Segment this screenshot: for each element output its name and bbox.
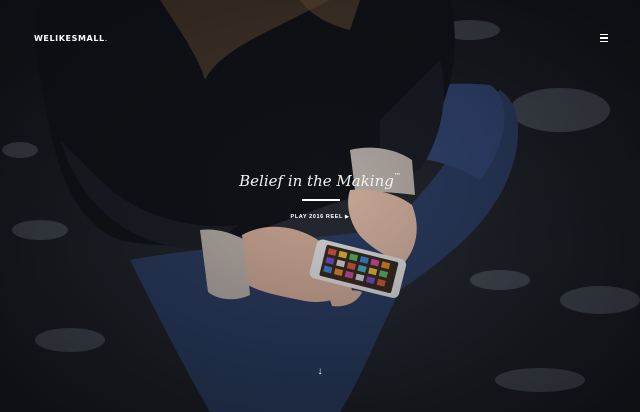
trademark-symbol: ™ <box>393 172 401 180</box>
arrow-down-icon: ↓ <box>317 366 323 377</box>
logo-dot: . <box>104 34 108 43</box>
play-reel-label: PLAY 2016 REEL <box>290 214 343 220</box>
hero-section <box>0 0 640 412</box>
hamburger-menu-icon <box>600 33 608 36</box>
hamburger-menu-icon-line <box>600 37 608 39</box>
tagline-divider <box>302 199 340 201</box>
site-logo[interactable]: WELIKESMALL. <box>34 34 108 43</box>
hamburger-menu-icon-line <box>600 40 608 43</box>
dark-overlay <box>0 0 640 412</box>
logo-text: WELIKESMALL <box>34 34 105 43</box>
play-triangle-icon: ▶ <box>344 214 350 220</box>
menu-button[interactable] <box>598 32 610 44</box>
tagline-text: Belief in the Making <box>239 172 394 190</box>
scroll-down-button[interactable]: ↓ <box>314 366 326 378</box>
play-reel-link[interactable]: PLAY 2016 REEL ▶ <box>0 214 640 220</box>
hero-tagline: Belief in the Making™ <box>0 172 640 190</box>
